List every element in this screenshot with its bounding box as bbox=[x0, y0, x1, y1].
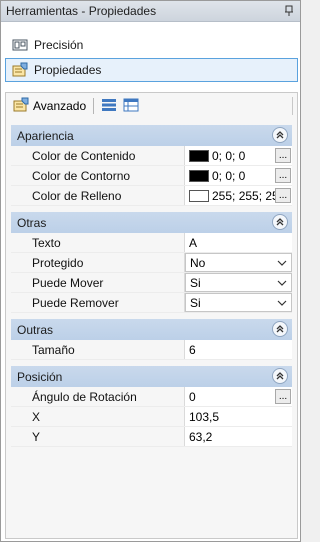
chevron-down-icon[interactable] bbox=[277, 279, 287, 287]
chevron-down-icon[interactable] bbox=[277, 259, 287, 267]
color-value: 0; 0; 0 bbox=[212, 148, 246, 163]
color-value: 0; 0; 0 bbox=[212, 168, 246, 183]
ellipsis-button[interactable]: ... bbox=[275, 148, 291, 163]
property-grid-panel: Avanzado Apariencia Color de Contenido 0… bbox=[5, 92, 298, 539]
property-row[interactable]: Protegido No bbox=[11, 253, 292, 273]
advanced-icon bbox=[13, 97, 29, 116]
collapse-icon[interactable] bbox=[272, 127, 288, 143]
property-row[interactable]: Tamaño 6 bbox=[11, 340, 292, 360]
title-bar[interactable]: Herramientas - Propiedades bbox=[1, 1, 300, 22]
property-value[interactable]: 6 bbox=[185, 340, 292, 359]
category-title: Outras bbox=[17, 322, 54, 337]
window-title: Herramientas - Propiedades bbox=[6, 4, 157, 18]
alphabetical-view-icon bbox=[123, 98, 139, 115]
property-label: Protegido bbox=[11, 253, 185, 272]
property-dropdown[interactable]: Si bbox=[185, 273, 292, 292]
categorized-view-button[interactable] bbox=[98, 95, 120, 117]
property-dropdown[interactable]: No bbox=[185, 253, 292, 272]
color-swatch bbox=[189, 169, 209, 182]
property-value[interactable]: 103,5 bbox=[185, 407, 292, 426]
property-grid: Apariencia Color de Contenido 0; 0; 0 ..… bbox=[11, 125, 292, 447]
collapse-icon[interactable] bbox=[272, 321, 288, 337]
property-label: Puede Remover bbox=[11, 293, 185, 312]
property-label: Color de Relleno bbox=[11, 186, 185, 205]
nav-item-precision[interactable]: Precisión bbox=[5, 33, 298, 57]
category-posicion[interactable]: Posición bbox=[11, 366, 292, 387]
collapse-icon[interactable] bbox=[272, 368, 288, 384]
dropdown-value: No bbox=[190, 255, 206, 270]
dropdown-value: Si bbox=[190, 275, 201, 290]
property-dropdown[interactable]: Si bbox=[185, 293, 292, 312]
advanced-button[interactable]: Avanzado bbox=[10, 95, 89, 117]
precision-icon bbox=[12, 37, 28, 53]
property-label: Y bbox=[11, 427, 185, 446]
properties-icon bbox=[12, 62, 28, 78]
pin-icon[interactable] bbox=[281, 3, 297, 19]
nav-item-label: Precisión bbox=[34, 38, 84, 52]
property-value[interactable]: 0 ... bbox=[185, 387, 292, 406]
property-label: X bbox=[11, 407, 185, 426]
property-label: Texto bbox=[11, 233, 185, 252]
property-label: Color de Contorno bbox=[11, 166, 185, 185]
tool-nav-list: Precisión Propiedades bbox=[5, 33, 298, 83]
property-row[interactable]: Y 63,2 bbox=[11, 427, 292, 447]
category-title: Posición bbox=[17, 369, 63, 384]
nav-item-label: Propiedades bbox=[34, 63, 102, 77]
rotation-value: 0 bbox=[189, 389, 196, 404]
property-row[interactable]: Color de Relleno 255; 255; 255 ... bbox=[11, 186, 292, 206]
category-otras[interactable]: Otras bbox=[11, 212, 292, 233]
ellipsis-button[interactable]: ... bbox=[275, 188, 291, 203]
advanced-label: Avanzado bbox=[33, 99, 87, 113]
property-label: Color de Contenido bbox=[11, 146, 185, 165]
property-row[interactable]: Color de Contorno 0; 0; 0 ... bbox=[11, 166, 292, 186]
property-value[interactable]: 63,2 bbox=[185, 427, 292, 446]
property-label: Puede Mover bbox=[11, 273, 185, 292]
property-row[interactable]: Puede Mover Si bbox=[11, 273, 292, 293]
toolbar-separator bbox=[93, 98, 95, 114]
ellipsis-button[interactable]: ... bbox=[275, 168, 291, 183]
color-swatch bbox=[189, 149, 209, 162]
properties-window: Herramientas - Propiedades Precisión Pro… bbox=[0, 0, 301, 542]
property-row[interactable]: Color de Contenido 0; 0; 0 ... bbox=[11, 146, 292, 166]
ellipsis-button[interactable]: ... bbox=[275, 389, 291, 404]
categorized-view-icon bbox=[101, 98, 117, 115]
property-value[interactable]: 255; 255; 255 ... bbox=[185, 186, 292, 205]
category-title: Otras bbox=[17, 215, 47, 230]
property-row[interactable]: Ángulo de Rotación 0 ... bbox=[11, 387, 292, 407]
property-row[interactable]: Puede Remover Si bbox=[11, 293, 292, 313]
category-apariencia[interactable]: Apariencia bbox=[11, 125, 292, 146]
color-swatch bbox=[189, 189, 209, 202]
category-outras[interactable]: Outras bbox=[11, 319, 292, 340]
nav-item-properties[interactable]: Propiedades bbox=[5, 58, 298, 82]
property-row[interactable]: X 103,5 bbox=[11, 407, 292, 427]
property-row[interactable]: Texto A bbox=[11, 233, 292, 253]
alphabetical-view-button[interactable] bbox=[120, 95, 142, 117]
toolbar-edge bbox=[292, 97, 293, 115]
chevron-down-icon[interactable] bbox=[277, 299, 287, 307]
property-value[interactable]: 0; 0; 0 ... bbox=[185, 146, 292, 165]
property-value[interactable]: 0; 0; 0 ... bbox=[185, 166, 292, 185]
property-label: Ángulo de Rotación bbox=[11, 387, 185, 406]
dropdown-value: Si bbox=[190, 295, 201, 310]
category-title: Apariencia bbox=[17, 128, 74, 143]
property-value[interactable]: A bbox=[185, 233, 292, 252]
property-label: Tamaño bbox=[11, 340, 185, 359]
property-grid-toolbar: Avanzado bbox=[6, 93, 297, 119]
collapse-icon[interactable] bbox=[272, 214, 288, 230]
